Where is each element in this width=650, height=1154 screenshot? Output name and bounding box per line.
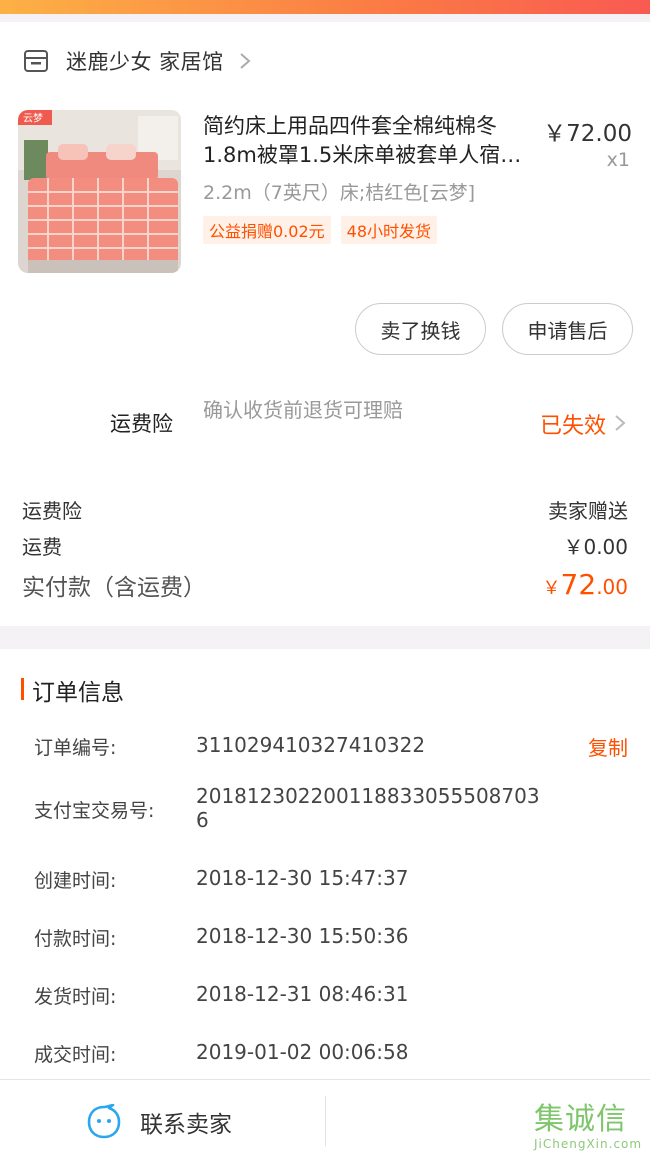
total-integer: 72 <box>560 568 597 601</box>
completed-time-label: 成交时间: <box>34 1044 117 1066</box>
fee-row-insurance: 运费险 卖家赠送 <box>22 495 628 524</box>
shop-name: 迷鹿少女 家居馆 <box>66 50 224 74</box>
copy-button[interactable]: 复制 <box>588 732 628 761</box>
total-paid-amount: ￥72.00 <box>543 568 628 602</box>
product-thumbnail[interactable]: 云梦 <box>18 110 181 273</box>
chevron-right-icon[interactable] <box>614 413 626 433</box>
order-info-card <box>0 649 650 1079</box>
thumb-badge: 云梦 <box>23 113 43 125</box>
top-accent-bar <box>0 0 650 14</box>
bottom-divider <box>325 1096 326 1146</box>
shipping-insurance-label: 运费险 <box>110 412 173 436</box>
alipay-trade-value: 2018123022001188330555087036 <box>196 784 540 832</box>
contact-seller-label: 联系卖家 <box>140 1112 232 1138</box>
paid-time-value: 2018-12-30 15:50:36 <box>196 924 409 948</box>
watermark: 集诚信 JiChengXin.com <box>534 1102 643 1152</box>
fee-label: 运费 <box>22 535 62 559</box>
total-paid-label: 实付款（含运费） <box>22 575 206 601</box>
created-time-value: 2018-12-30 15:47:37 <box>196 866 409 890</box>
after-sale-button[interactable]: 申请售后 <box>502 303 633 355</box>
shop-header[interactable]: 迷鹿少女 家居馆 <box>22 42 252 80</box>
order-number-value: 311029410327410322 <box>196 733 426 757</box>
product-quantity: x1 <box>606 149 630 171</box>
product-tag: 48小时发货 <box>340 216 438 244</box>
created-time-label: 创建时间: <box>34 870 117 892</box>
fee-value: 卖家赠送 <box>548 499 628 523</box>
store-icon <box>24 50 48 72</box>
completed-time-value: 2019-01-02 00:06:58 <box>196 1040 409 1064</box>
bedding-photo: 云梦 <box>18 110 181 273</box>
paid-time-label: 付款时间: <box>34 928 117 950</box>
fee-row-shipping: 运费 ￥0.00 <box>22 531 628 560</box>
shipped-time-value: 2018-12-31 08:46:31 <box>196 982 409 1006</box>
contact-seller-button[interactable]: 联系卖家 <box>86 1104 232 1140</box>
section-accent-bar <box>21 678 24 700</box>
product-price: ￥72.00 <box>543 121 632 147</box>
product-tag: 公益捐赠0.02元 <box>203 216 331 244</box>
chat-bubble-icon <box>87 1104 121 1139</box>
product-title[interactable]: 简约床上用品四件套全棉纯棉冬1.8m被罩1.5米床单被套单人宿舍三件套 <box>203 112 533 170</box>
product-tags: 公益捐赠0.02元 48小时发货 <box>203 216 438 244</box>
watermark-cn: 集诚信 <box>534 1102 627 1137</box>
chevron-right-icon <box>240 53 251 69</box>
total-decimal: .00 <box>596 575 628 599</box>
order-info-title: 订单信息 <box>32 680 124 706</box>
shipping-insurance-status[interactable]: 已失效 <box>540 408 606 440</box>
shipping-insurance-desc: 确认收货前退货可理赔 <box>203 398 403 422</box>
order-number-label: 订单编号: <box>34 737 117 759</box>
fee-label: 运费险 <box>22 499 82 523</box>
top-gap <box>0 14 650 22</box>
alipay-trade-label: 支付宝交易号: <box>34 800 155 822</box>
fee-value: ￥0.00 <box>563 535 628 559</box>
product-sku: 2.2m（7英尺）床;桔红色[云梦] <box>203 182 476 204</box>
total-currency: ￥ <box>542 578 561 599</box>
watermark-en: JiChengXin.com <box>534 1137 643 1151</box>
shipped-time-label: 发货时间: <box>34 986 117 1008</box>
total-paid-row: 实付款（含运费） ￥72.00 <box>22 568 628 602</box>
sell-for-cash-button[interactable]: 卖了换钱 <box>355 303 486 355</box>
